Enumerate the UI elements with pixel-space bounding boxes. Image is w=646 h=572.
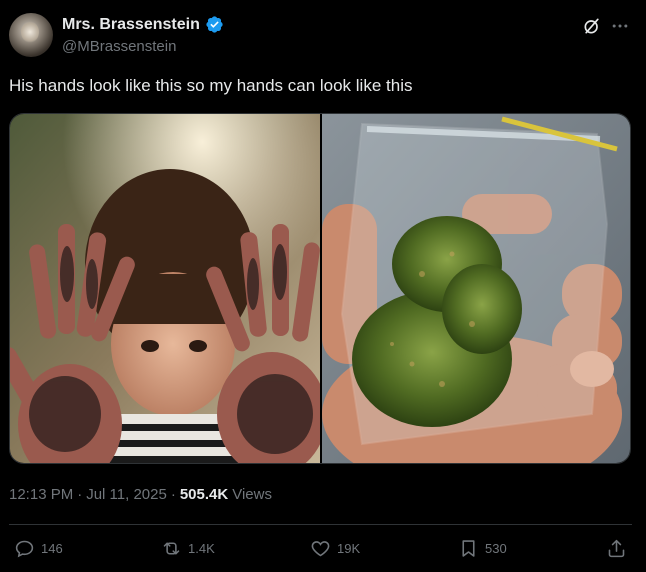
meta-separator: · xyxy=(170,486,176,503)
photo-child-muddy-hands-illustration xyxy=(10,114,320,463)
reply-button[interactable]: 146 xyxy=(14,538,63,559)
tweet-meta: 12:13 PM · Jul 11, 2025 · 505.4K Views xyxy=(9,486,272,503)
like-button[interactable]: 19K xyxy=(310,538,360,559)
action-bar: 146 1.4K 19K 530 xyxy=(0,538,646,564)
verified-badge-icon xyxy=(206,16,223,33)
views-count: 505.4K xyxy=(179,486,229,503)
author-display-name[interactable]: Mrs. Brassenstein xyxy=(62,16,200,34)
share-button[interactable] xyxy=(606,538,627,559)
avatar[interactable] xyxy=(9,13,53,57)
bookmark-button[interactable]: 530 xyxy=(458,538,507,559)
grok-icon[interactable] xyxy=(582,16,602,36)
more-icon[interactable] xyxy=(610,16,630,36)
views-label: Views xyxy=(232,486,272,503)
photo-hand-holding-bag-illustration xyxy=(322,114,630,463)
tweet-date[interactable]: Jul 11, 2025 xyxy=(86,486,167,503)
bookmark-icon xyxy=(462,540,475,557)
photo-hand-holding-bag[interactable] xyxy=(322,114,630,463)
reply-icon xyxy=(15,540,34,558)
heart-icon xyxy=(311,541,330,557)
media-grid xyxy=(9,113,631,464)
tweet-text: His hands look like this so my hands can… xyxy=(9,76,413,95)
bookmark-count: 530 xyxy=(485,541,507,556)
divider xyxy=(9,524,632,525)
repost-count: 1.4K xyxy=(188,541,215,556)
share-icon xyxy=(608,539,625,558)
author-name-row: Mrs. Brassenstein xyxy=(62,15,224,34)
repost-button[interactable]: 1.4K xyxy=(161,538,215,559)
like-count: 19K xyxy=(337,541,361,556)
author-handle[interactable]: @MBrassenstein xyxy=(62,38,176,55)
meta-separator: · xyxy=(77,486,83,503)
repost-icon xyxy=(163,542,180,555)
tweet-time[interactable]: 12:13 PM xyxy=(9,486,73,503)
photo-child-muddy-hands[interactable] xyxy=(10,114,320,463)
reply-count: 146 xyxy=(41,541,63,556)
